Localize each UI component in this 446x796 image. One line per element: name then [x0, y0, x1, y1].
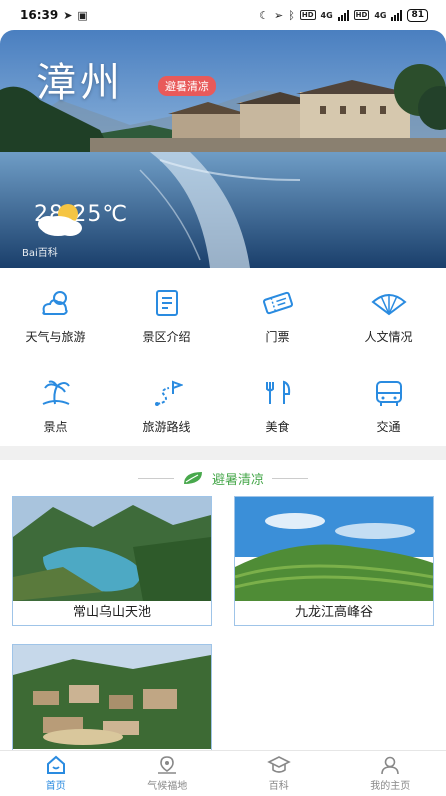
- feature-food[interactable]: 美食: [222, 358, 333, 446]
- location-arrow-icon: ➤: [63, 8, 73, 22]
- spot-image-2: [235, 497, 433, 601]
- bottom-navigation: 首页 气候福地 百科 我的主页: [0, 750, 446, 796]
- hd-icon: HD: [299, 10, 316, 20]
- city-name: 漳州: [36, 60, 124, 106]
- signal-icon-2: [391, 9, 403, 21]
- nav-encyclopedia[interactable]: 百科: [223, 751, 335, 796]
- section-title: 避暑清凉: [211, 472, 264, 488]
- map-pin-icon: [158, 756, 177, 774]
- network-label-2: 4G: [374, 10, 387, 20]
- culture-fan-icon: [370, 294, 407, 316]
- bus-icon: [375, 381, 402, 406]
- scenic-intro-icon: [155, 290, 178, 316]
- feature-attractions[interactable]: 景点: [0, 358, 111, 446]
- clock-icon: ▣: [77, 8, 88, 22]
- graduation-cap-icon: [266, 756, 291, 773]
- palm-attraction-icon: [42, 380, 70, 405]
- nav-climate[interactable]: 气候福地: [112, 751, 224, 796]
- status-bar: 16:39 ➤ ▣ ☾ ➢ ᛒ HD 4G HD 4G 81: [0, 0, 446, 30]
- weather-travel-icon: [41, 291, 68, 315]
- feature-label: 景点: [43, 420, 68, 434]
- spot-card-1[interactable]: 常山乌山天池: [12, 496, 212, 626]
- status-left: 16:39 ➤ ▣: [20, 8, 88, 22]
- title-line-left: [137, 477, 174, 479]
- spot-name: 九龙江高峰谷: [235, 601, 433, 625]
- home-icon: [46, 755, 65, 774]
- feature-label: 旅游路线: [142, 420, 191, 434]
- spot-name: 常山乌山天池: [13, 601, 211, 625]
- feature-grid: 天气与旅游 景区介绍 门票 人文情况 景点 旅游路线 美食 交通: [0, 268, 446, 446]
- nav-label: 百科: [268, 781, 289, 792]
- feature-culture[interactable]: 人文情况: [333, 268, 444, 356]
- spot-card-3[interactable]: [12, 644, 212, 754]
- nav-label: 首页: [45, 781, 66, 792]
- feature-label: 美食: [265, 420, 290, 434]
- feature-scenic-intro[interactable]: 景区介绍: [111, 268, 222, 356]
- weather-summary: 28/25℃: [34, 202, 128, 236]
- bluetooth-icon: ᛒ: [288, 8, 295, 22]
- moon-icon: ☾: [259, 8, 270, 22]
- feature-label: 交通: [376, 420, 401, 434]
- spot-image-3: [13, 645, 211, 749]
- status-right: ☾ ➢ ᛒ HD 4G HD 4G 81: [259, 8, 428, 22]
- feature-ticket[interactable]: 门票: [222, 268, 333, 356]
- nav-profile[interactable]: 我的主页: [335, 751, 446, 796]
- nav-label: 气候福地: [147, 781, 188, 792]
- navigation-icon: ➢: [274, 8, 284, 22]
- user-icon: [381, 756, 400, 775]
- battery-indicator: 81: [407, 8, 428, 22]
- source-credit: Bai百科: [22, 248, 58, 259]
- leaf-icon: [183, 472, 202, 484]
- feature-label: 人文情况: [364, 330, 413, 344]
- signal-icon-1: [337, 9, 349, 21]
- feature-label: 景区介绍: [142, 330, 191, 344]
- ticket-icon: [262, 291, 293, 315]
- section-header: 避暑清凉: [0, 466, 446, 490]
- feature-route[interactable]: 旅游路线: [111, 358, 222, 446]
- status-time: 16:39: [20, 8, 59, 22]
- spot-image-1: [13, 497, 211, 601]
- title-line-right: [272, 477, 308, 479]
- hero-banner[interactable]: 漳州 避暑清凉 28/25℃ Bai百科: [0, 30, 446, 268]
- feature-label: 门票: [265, 330, 290, 344]
- nav-label: 我的主页: [370, 781, 411, 792]
- feature-weather-travel[interactable]: 天气与旅游: [0, 268, 111, 356]
- hd-icon-2: HD: [353, 10, 370, 20]
- partly-cloudy-icon: [38, 204, 82, 236]
- hero-badge: 避暑清凉: [158, 76, 216, 96]
- section-divider: [0, 446, 446, 460]
- food-utensils-icon: [265, 380, 290, 404]
- spot-card-2[interactable]: 九龙江高峰谷: [234, 496, 434, 626]
- feature-label: 天气与旅游: [25, 330, 86, 344]
- feature-transport[interactable]: 交通: [333, 358, 444, 446]
- network-label-1: 4G: [320, 10, 333, 20]
- route-flag-icon: [154, 380, 183, 406]
- nav-home[interactable]: 首页: [0, 751, 112, 796]
